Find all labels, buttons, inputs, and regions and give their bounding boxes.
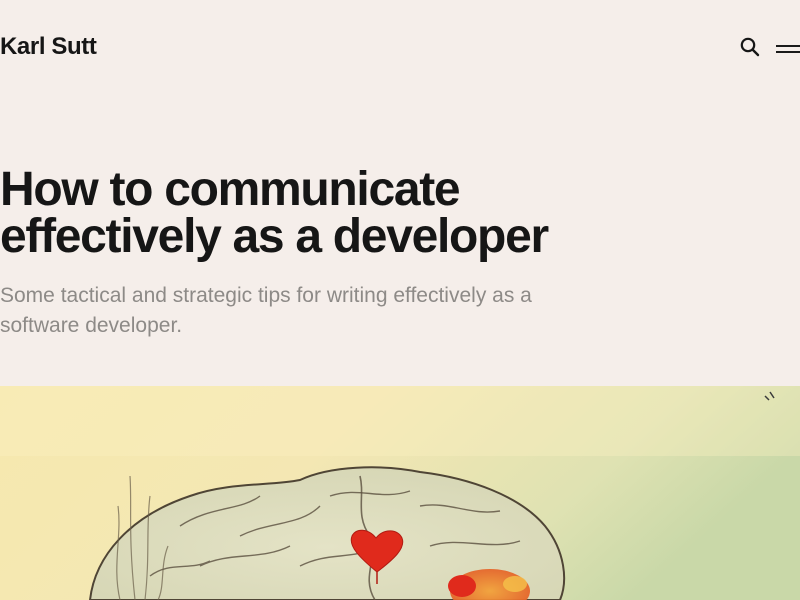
- search-icon: [740, 37, 760, 57]
- cover-illustration: [0, 386, 800, 600]
- hamburger-menu-icon: [776, 45, 800, 47]
- article-title: How to communicate effectively as a deve…: [0, 163, 549, 263]
- hamburger-menu-icon-line: [776, 51, 800, 53]
- article-cover-image: [0, 386, 800, 600]
- article-subtitle: Some tactical and strategic tips for wri…: [0, 284, 532, 337]
- site-logo-link[interactable]: Karl Sutt: [0, 33, 97, 61]
- article-hero: How to communicate effectively as a deve…: [0, 166, 640, 341]
- menu-button[interactable]: [776, 40, 800, 54]
- site-header: Karl Sutt: [0, 0, 800, 94]
- search-button[interactable]: [739, 36, 761, 58]
